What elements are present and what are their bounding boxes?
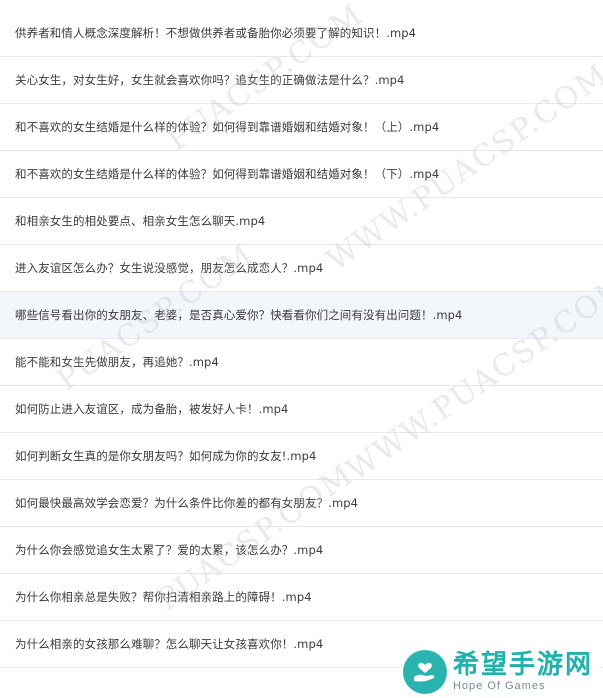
file-list: 供养者和情人概念深度解析！不想做供养者或备胎你必须要了解的知识！.mp4 关心女… <box>0 10 603 668</box>
file-row[interactable]: 进入友谊区怎么办？女生说没感觉，朋友怎么成恋人？.mp4 <box>0 245 603 292</box>
file-name: 如何最快最高效学会恋爱？为什么条件比你差的都有女朋友？.mp4 <box>15 496 359 510</box>
file-row-hovered[interactable]: 哪些信号看出你的女朋友、老婆，是否真心爱你？快看看你们之间有没有出问题！.mp4 <box>0 292 603 339</box>
brand-text: 希望手游网 Hope Of Games <box>453 652 593 692</box>
file-row[interactable]: 和相亲女生的相处要点、相亲女生怎么聊天.mp4 <box>0 198 603 245</box>
file-row[interactable]: 和不喜欢的女生结婚是什么样的体验？如何得到靠谱婚姻和结婚对象！（上）.mp4 <box>0 104 603 151</box>
file-row[interactable]: 如何最快最高效学会恋爱？为什么条件比你差的都有女朋友？.mp4 <box>0 480 603 527</box>
file-row[interactable]: 为什么你会感觉追女生太累了？爱的太累，该怎么办？.mp4 <box>0 527 603 574</box>
file-name: 为什么你会感觉追女生太累了？爱的太累，该怎么办？.mp4 <box>15 543 324 557</box>
file-name: 能不能和女生先做朋友，再追她？.mp4 <box>15 355 219 369</box>
file-name: 进入友谊区怎么办？女生说没感觉，朋友怎么成恋人？.mp4 <box>15 261 324 275</box>
file-row[interactable]: 和不喜欢的女生结婚是什么样的体验？如何得到靠谱婚姻和结婚对象！（下）.mp4 <box>0 151 603 198</box>
file-row[interactable]: 能不能和女生先做朋友，再追她？.mp4 <box>0 339 603 386</box>
file-name: 为什么相亲的女孩那么难聊？怎么聊天让女孩喜欢你！.mp4 <box>15 637 324 651</box>
file-name: 供养者和情人概念深度解析！不想做供养者或备胎你必须要了解的知识！.mp4 <box>15 26 417 40</box>
file-row[interactable]: 如何防止进入友谊区，成为备胎，被发好人卡！.mp4 <box>0 386 603 433</box>
file-row[interactable]: 供养者和情人概念深度解析！不想做供养者或备胎你必须要了解的知识！.mp4 <box>0 10 603 57</box>
file-row[interactable]: 关心女生，对女生好，女生就会喜欢你吗？追女生的正确做法是什么？.mp4 <box>0 57 603 104</box>
brand-name: 希望手游网 <box>452 650 593 680</box>
hand-heart-icon <box>402 650 447 694</box>
file-row[interactable]: 为什么你相亲总是失败？帮你扫清相亲路上的障碍！.mp4 <box>0 574 603 621</box>
file-row[interactable]: 如何判断女生真的是你女朋友吗？如何成为你的女友!.mp4 <box>0 433 603 480</box>
file-list-page: 供养者和情人概念深度解析！不想做供养者或备胎你必须要了解的知识！.mp4 关心女… <box>0 0 603 698</box>
file-name: 哪些信号看出你的女朋友、老婆，是否真心爱你？快看看你们之间有没有出问题！.mp4 <box>15 308 463 322</box>
brand-logo: 希望手游网 Hope Of Games <box>398 648 599 696</box>
file-name: 和相亲女生的相处要点、相亲女生怎么聊天.mp4 <box>15 214 266 228</box>
file-name: 如何防止进入友谊区，成为备胎，被发好人卡！.mp4 <box>15 402 289 416</box>
file-name: 如何判断女生真的是你女朋友吗？如何成为你的女友!.mp4 <box>15 449 317 463</box>
file-name: 和不喜欢的女生结婚是什么样的体验？如何得到靠谱婚姻和结婚对象！（下）.mp4 <box>15 167 440 181</box>
brand-tagline: Hope Of Games <box>452 680 546 692</box>
file-name: 和不喜欢的女生结婚是什么样的体验？如何得到靠谱婚姻和结婚对象！（上）.mp4 <box>15 120 440 134</box>
file-name: 为什么你相亲总是失败？帮你扫清相亲路上的障碍！.mp4 <box>15 590 312 604</box>
file-name: 关心女生，对女生好，女生就会喜欢你吗？追女生的正确做法是什么？.mp4 <box>15 73 405 87</box>
